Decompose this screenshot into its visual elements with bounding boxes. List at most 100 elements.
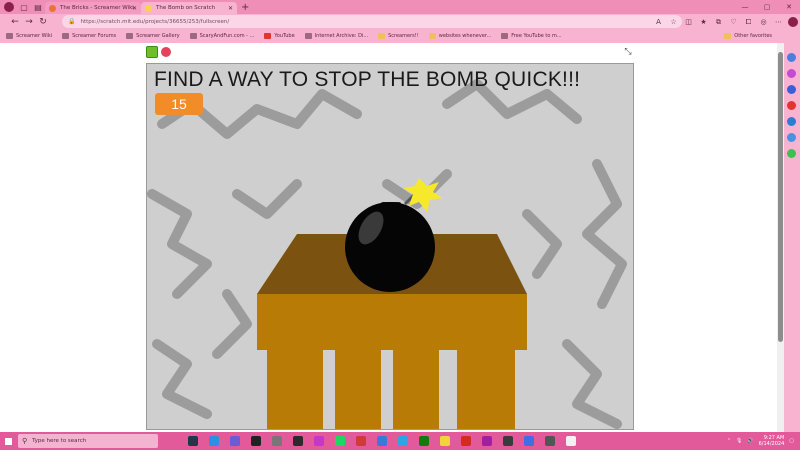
terminal-icon[interactable] (502, 436, 513, 446)
read-aloud-icon[interactable]: A (651, 15, 666, 29)
address-row: ← → ↻ 🔒 https://scratch.mit.edu/projects… (0, 14, 800, 30)
minimize-icon[interactable]: — (734, 0, 756, 14)
games-icon[interactable] (787, 149, 796, 158)
notifications-icon[interactable]: ▢ (789, 438, 794, 444)
close-window-icon[interactable]: ✕ (778, 0, 800, 14)
scratch-favicon-icon (145, 4, 152, 12)
edge-sidebar (784, 43, 800, 432)
outlook-icon[interactable] (787, 117, 796, 126)
url-text: https://scratch.mit.edu/projects/36655/2… (80, 18, 230, 25)
bookmark-item[interactable]: Screamer Wiki (6, 33, 52, 39)
forward-icon[interactable]: → (22, 15, 36, 29)
bookmark-icon (6, 33, 13, 39)
green-flag-icon[interactable] (146, 46, 158, 58)
mic-icon[interactable]: 🎙 (736, 438, 742, 444)
notepad-icon[interactable] (565, 436, 576, 446)
search-icon: ⚲ (22, 437, 28, 445)
search-sidebar-icon[interactable] (787, 53, 796, 62)
profile-avatar[interactable] (4, 2, 14, 12)
bookmark-item[interactable]: YouTube (264, 33, 295, 39)
tab-screamer-wiki[interactable]: The Bricks - Screamer Wiki ✕ (45, 2, 141, 14)
photos-icon[interactable] (376, 436, 387, 446)
toolbar-right: A ☆ ◫ ★ ⧉ ♡ ⧠ ◎ ⋯ (651, 15, 800, 29)
shopping-icon[interactable] (787, 69, 796, 78)
folder-icon (378, 33, 386, 39)
bookmark-item[interactable]: Screamer Gallery (126, 33, 180, 39)
sticky-notes-icon[interactable] (439, 436, 450, 446)
table-leg (335, 350, 381, 429)
table-leg (393, 350, 439, 429)
steam-icon[interactable] (187, 436, 198, 446)
copilot-avatar[interactable] (788, 17, 798, 27)
close-tab-icon[interactable]: ✕ (228, 5, 233, 12)
taskbar-search[interactable]: ⚲ Type here to search (18, 434, 158, 448)
extensions-icon[interactable]: ⧠ (741, 15, 756, 29)
office-icon[interactable] (787, 101, 796, 110)
collections-icon[interactable]: ⧉ (711, 15, 726, 29)
favorites-icon[interactable]: ★ (696, 15, 711, 29)
address-bar[interactable]: 🔒 https://scratch.mit.edu/projects/36655… (62, 15, 682, 28)
bookmark-icon (304, 33, 312, 39)
stage-artwork (147, 79, 627, 429)
other-favorites[interactable]: Other favorites (724, 33, 772, 39)
workspaces-icon[interactable]: ▢ (17, 0, 31, 14)
menu-dots-icon[interactable]: ⋯ (771, 15, 786, 29)
settings-icon[interactable] (271, 436, 282, 446)
clock[interactable]: 9:27 AM 6/14/2024 (759, 435, 785, 447)
split-screen-icon[interactable]: ◫ (681, 15, 696, 29)
media-icon[interactable] (313, 436, 324, 446)
back-icon[interactable]: ← (8, 15, 22, 29)
favorite-star-icon[interactable]: ☆ (666, 15, 681, 29)
discord-icon[interactable] (229, 436, 240, 446)
bookmark-item[interactable]: ScaryAndFun.com - ... (189, 33, 254, 39)
youtube-icon (264, 33, 272, 39)
drop-icon[interactable] (787, 133, 796, 142)
new-tab-icon[interactable]: + (241, 2, 249, 13)
stop-icon[interactable] (161, 47, 171, 57)
snipping-icon[interactable] (544, 436, 555, 446)
windows-icon (3, 436, 13, 446)
system-tray: ⌃ 🎙 🔊 9:27 AM 6/14/2024 ▢ (722, 432, 794, 450)
spotify-icon[interactable] (334, 436, 345, 446)
table-front (257, 294, 527, 350)
taskbar-apps (182, 436, 581, 446)
wiki-favicon-icon (49, 4, 56, 12)
bookmark-icon (62, 33, 70, 39)
bookmark-icon (126, 33, 134, 39)
edge-icon[interactable] (208, 436, 219, 446)
folder-icon (428, 33, 436, 39)
github-icon[interactable] (250, 436, 261, 446)
tab-actions-icon[interactable]: ▤ (31, 0, 45, 14)
maximize-icon[interactable]: ▢ (756, 0, 778, 14)
bookmark-folder[interactable]: websites whenever... (428, 33, 491, 39)
browser-essentials-icon[interactable]: ♡ (726, 15, 741, 29)
start-button[interactable] (0, 432, 16, 450)
bookmark-item[interactable]: Screamer Forums (62, 33, 116, 39)
tab-scratch[interactable]: The Bomb on Scratch ✕ (141, 2, 237, 14)
telegram-icon[interactable] (397, 436, 408, 446)
refresh-icon[interactable]: ↻ (36, 15, 50, 29)
scrollbar-thumb[interactable] (778, 52, 783, 342)
tab-label: The Bricks - Screamer Wiki (60, 5, 134, 11)
xbox-icon[interactable] (418, 436, 429, 446)
recorder-icon[interactable] (460, 436, 471, 446)
volume-icon[interactable]: 🔊 (747, 438, 753, 444)
tab-label: The Bomb on Scratch (156, 5, 216, 11)
bookmark-icon (501, 33, 509, 39)
table-leg (457, 350, 515, 429)
scratch-stage[interactable]: FIND A WAY TO STOP THE BOMB QUICK!!! 15 (146, 63, 634, 430)
stage-title: FIND A WAY TO STOP THE BOMB QUICK!!! (154, 68, 581, 91)
capcut-icon[interactable] (481, 436, 492, 446)
exit-fullscreen-icon[interactable]: ⤡ (622, 46, 634, 58)
tools-icon[interactable] (787, 85, 796, 94)
bookmark-folder[interactable]: Screamers!! (378, 33, 419, 39)
browser-icon[interactable] (523, 436, 534, 446)
bookmark-item[interactable]: Internet Archive: Di... (304, 33, 368, 39)
close-tab-icon[interactable]: ✕ (132, 5, 137, 12)
lock-icon[interactable]: 🔒 (68, 18, 75, 25)
bookmark-item[interactable]: Free YouTube to m... (501, 33, 562, 39)
copilot-icon[interactable]: ◎ (756, 15, 771, 29)
chevron-up-icon[interactable]: ⌃ (727, 438, 731, 444)
opera-icon[interactable] (355, 436, 366, 446)
roblox-icon[interactable] (292, 436, 303, 446)
